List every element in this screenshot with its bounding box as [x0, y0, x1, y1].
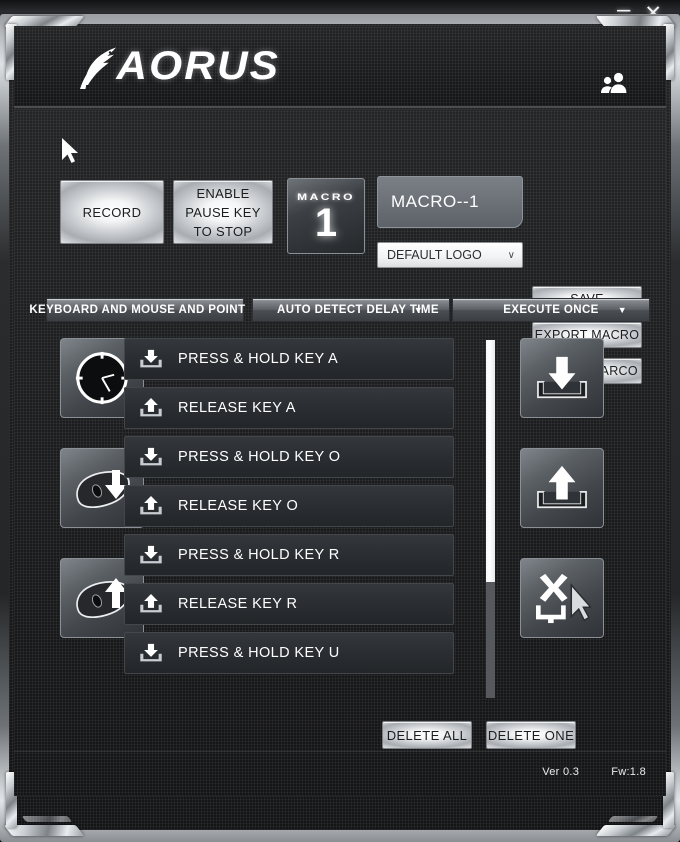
footer-divider: [14, 751, 666, 752]
app-header: AORUS: [14, 26, 666, 108]
execute-mode-dropdown[interactable]: EXECUTE ONCE ▼: [452, 298, 650, 322]
list-item[interactable]: PRESS & HOLD KEY O: [124, 436, 454, 478]
delete-all-button[interactable]: DELETE ALL: [382, 721, 472, 749]
macro-name-input[interactable]: MACRO--1: [377, 176, 523, 228]
list-item[interactable]: RELEASE KEY O: [124, 485, 454, 527]
mouse-cursor-icon: [62, 138, 78, 163]
chevron-down-icon: ∨: [507, 249, 515, 261]
list-item-label: PRESS & HOLD KEY R: [178, 547, 340, 563]
device-filter-label: KEYBOARD AND MOUSE AND POINT: [29, 304, 246, 316]
pause-line-1: ENABLE: [196, 185, 250, 201]
key-up-arrow-icon: [138, 593, 164, 615]
list-item-label: PRESS & HOLD KEY A: [178, 351, 339, 367]
macro-badge-number: 1: [314, 201, 338, 245]
brand-name: AORUS: [116, 44, 281, 88]
list-item-label: RELEASE KEY R: [178, 596, 298, 612]
list-item-label: RELEASE KEY A: [178, 400, 296, 416]
app-version: Ver 0.3: [542, 766, 580, 778]
list-item-label: PRESS & HOLD KEY O: [178, 449, 341, 465]
key-up-arrow-icon: [138, 495, 164, 517]
list-item-label: PRESS & HOLD KEY U: [178, 645, 340, 661]
aorus-macro-engine-window: – ✕ AORUS RECORD ENABLE PAUSE KEY TO STO…: [0, 0, 680, 842]
pause-line-2: PAUSE KEY: [185, 204, 261, 220]
list-item[interactable]: RELEASE KEY A: [124, 387, 454, 429]
cursor-cross-icon: [536, 573, 591, 624]
key-down-arrow-icon: [138, 446, 164, 468]
execute-mode-label: EXECUTE ONCE: [503, 304, 599, 316]
record-button[interactable]: RECORD: [60, 180, 164, 244]
main-content-panel: RECORD ENABLE PAUSE KEY TO STOP MACRO 1 …: [14, 110, 666, 796]
logo-select-value: DEFAULT LOGO: [387, 248, 482, 262]
delay-mode-dropdown[interactable]: AUTO DETECT DELAY TIME ▼: [252, 298, 450, 322]
list-item[interactable]: RELEASE KEY R: [124, 583, 454, 625]
macro-slot-badge[interactable]: MACRO 1: [287, 178, 365, 254]
list-item[interactable]: PRESS & HOLD KEY U: [124, 632, 454, 674]
key-down-arrow-icon: [138, 642, 164, 664]
list-item[interactable]: PRESS & HOLD KEY A: [124, 338, 454, 380]
macro-badge-word: MACRO: [297, 191, 355, 203]
brand-logo: AORUS: [77, 44, 278, 89]
aorus-falcon-icon: [80, 47, 116, 89]
chevron-down-icon: ▼: [617, 305, 627, 315]
key-up-arrow-icon: [537, 465, 587, 509]
key-release-tool[interactable]: [520, 448, 604, 528]
users-icon[interactable]: [600, 72, 628, 94]
firmware-version: Fw:1.8: [611, 766, 646, 778]
list-scrollbar-thumb[interactable]: [486, 340, 495, 582]
key-down-arrow-icon: [138, 544, 164, 566]
point-click-tool[interactable]: [520, 558, 604, 638]
key-press-tool[interactable]: [520, 338, 604, 418]
macro-action-list[interactable]: PRESS & HOLD KEY A RELEASE KEY A PRESS & H…: [124, 338, 454, 696]
delete-one-button[interactable]: DELETE ONE: [486, 721, 576, 749]
clock-icon: [75, 351, 129, 405]
enable-pause-key-button[interactable]: ENABLE PAUSE KEY TO STOP: [173, 180, 273, 244]
key-down-arrow-icon: [138, 348, 164, 370]
list-item[interactable]: PRESS & HOLD KEY R: [124, 534, 454, 576]
list-item-label: RELEASE KEY O: [178, 498, 299, 514]
logo-select[interactable]: DEFAULT LOGO ∨: [377, 242, 523, 268]
list-scrollbar-track[interactable]: [486, 340, 495, 698]
version-info: Ver 0.3 Fw:1.8: [542, 766, 646, 778]
key-up-arrow-icon: [138, 397, 164, 419]
pause-line-3: TO STOP: [193, 223, 253, 239]
key-down-arrow-icon: [537, 356, 587, 399]
device-filter-dropdown[interactable]: KEYBOARD AND MOUSE AND POINT ▼: [29, 298, 260, 322]
chevron-down-icon: ▼: [413, 305, 423, 315]
